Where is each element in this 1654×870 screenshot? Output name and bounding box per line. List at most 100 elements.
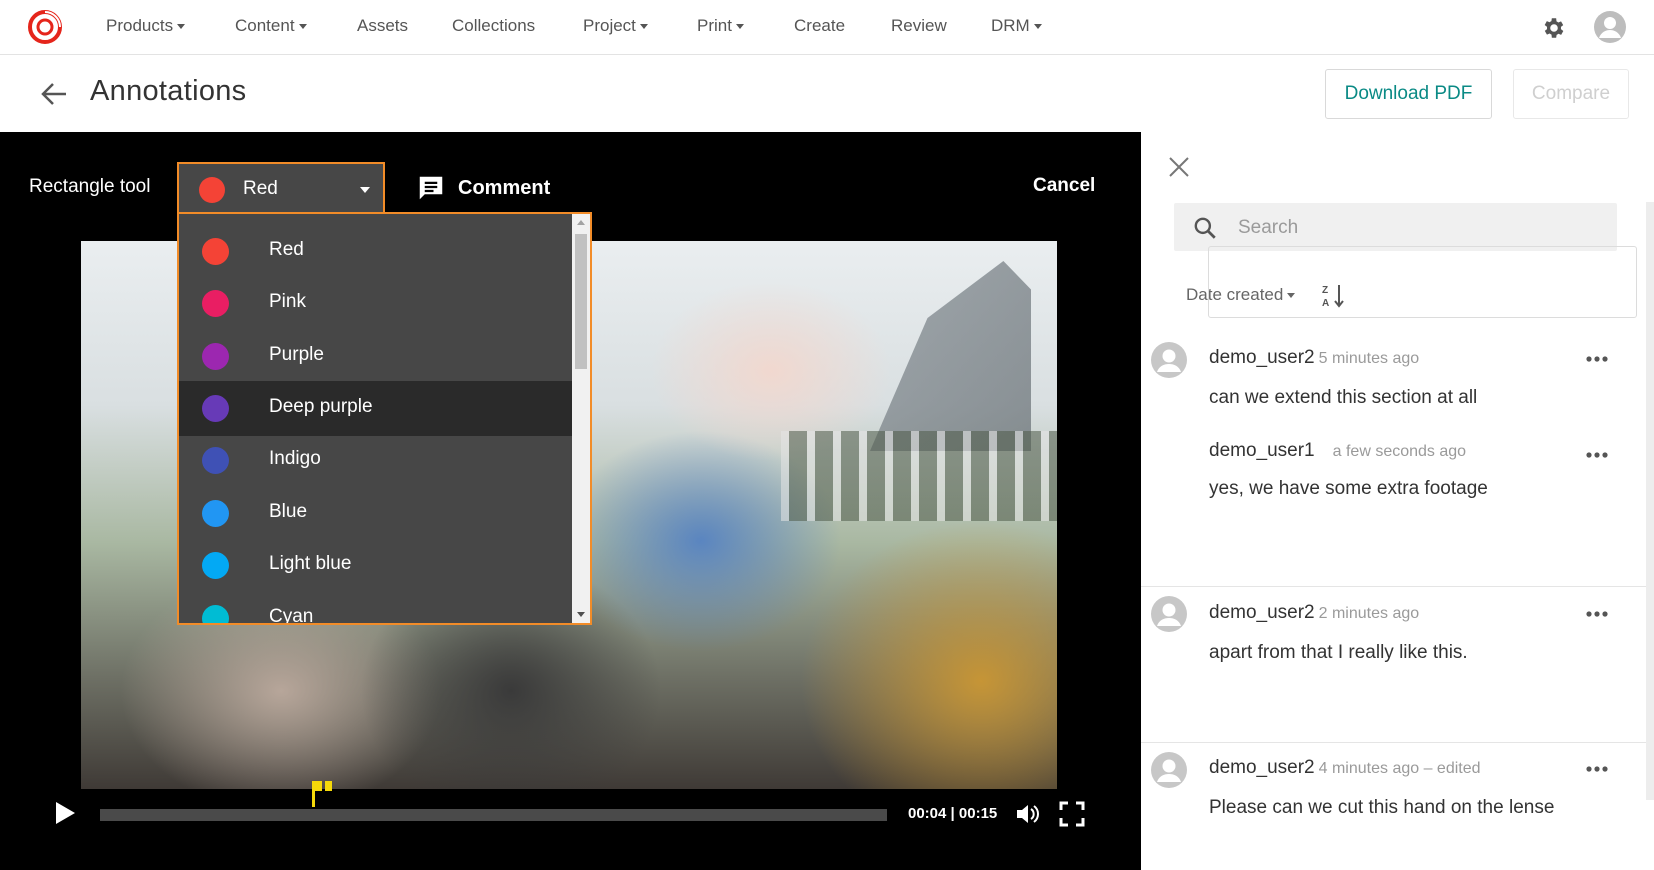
reply-author: demo_user1 a few seconds ago [1209, 440, 1466, 462]
chevron-down-icon [735, 24, 744, 30]
comment-author: demo_user2 4 minutes ago – edited [1209, 757, 1481, 779]
nav-project-label: Project [583, 16, 636, 35]
color-option-light-blue[interactable]: Light blue [179, 538, 572, 593]
comment-label: Comment [458, 176, 551, 199]
color-swatch [202, 605, 229, 623]
color-swatch [202, 395, 229, 422]
comment-text: Please can we cut this hand on the lense [1209, 797, 1555, 818]
nav-create[interactable]: Create [794, 16, 845, 36]
color-option-pink[interactable]: Pink [179, 276, 572, 331]
color-select[interactable]: Red [177, 162, 385, 214]
user-avatar-icon[interactable] [1594, 11, 1626, 43]
scroll-up-arrow-icon[interactable] [577, 220, 585, 225]
nav-drm[interactable]: DRM [991, 16, 1042, 36]
app-logo-icon[interactable] [28, 10, 62, 44]
timeline-progress-bar[interactable] [100, 809, 887, 821]
scrollbar-thumb[interactable] [575, 234, 587, 369]
color-dropdown-menu: Red Pink Purple Deep purple Indigo Blue … [177, 212, 592, 625]
color-swatch [202, 447, 229, 474]
color-option-blue[interactable]: Blue [179, 486, 572, 541]
page-header: Annotations Download PDF Compare [0, 55, 1654, 132]
more-options-icon[interactable] [1585, 765, 1609, 773]
comment-username: demo_user2 [1209, 602, 1315, 623]
color-swatch [202, 552, 229, 579]
reply-container [1208, 246, 1637, 318]
nav-create-label: Create [794, 16, 846, 35]
user-avatar-icon [1151, 752, 1187, 788]
color-option-label: Red [269, 239, 304, 260]
reply-username: demo_user1 [1209, 440, 1315, 461]
fullscreen-icon[interactable] [1059, 801, 1085, 827]
reply-text: yes, we have some extra footage [1209, 478, 1488, 499]
color-option-label: Purple [269, 344, 324, 365]
comment-username: demo_user2 [1209, 347, 1315, 368]
scroll-down-arrow-icon[interactable] [577, 612, 585, 617]
back-arrow-icon[interactable] [40, 81, 68, 107]
reply-timestamp: a few seconds ago [1332, 443, 1467, 460]
nav-print[interactable]: Print [697, 16, 744, 36]
color-option-label: Blue [269, 501, 308, 522]
gear-icon[interactable] [1541, 15, 1567, 41]
search-field[interactable]: Search [1174, 203, 1617, 251]
comment-username: demo_user2 [1209, 757, 1315, 778]
nav-project[interactable]: Project [583, 16, 648, 36]
play-icon[interactable] [54, 801, 76, 825]
nav-assets[interactable]: Assets [357, 16, 408, 36]
annotation-viewer: Rectangle tool Comment Cancel Red Red Pi… [0, 132, 1141, 870]
thread-divider [1141, 742, 1646, 743]
volume-icon[interactable] [1015, 802, 1041, 826]
nav-collections-label: Collections [452, 16, 536, 35]
user-avatar-icon [1151, 596, 1187, 632]
compare-button[interactable]: Compare [1513, 69, 1629, 119]
cancel-button[interactable]: Cancel [1033, 175, 1095, 197]
more-options-icon[interactable] [1585, 451, 1609, 459]
selected-color-swatch [199, 177, 225, 203]
user-avatar-icon [1151, 342, 1187, 378]
comment-timestamp: 5 minutes ago [1318, 350, 1420, 367]
comment-text: can we extend this section at all [1209, 387, 1478, 408]
dropdown-scrollbar[interactable] [572, 214, 590, 623]
comment-timestamp: 4 minutes ago – edited [1318, 760, 1481, 777]
color-option-label: Cyan [269, 606, 314, 625]
nav-content[interactable]: Content [235, 16, 307, 36]
color-option-cyan[interactable]: Cyan [179, 591, 572, 625]
chevron-down-icon [1033, 24, 1042, 30]
color-option-purple[interactable]: Purple [179, 329, 572, 384]
color-swatch [202, 238, 229, 265]
nav-products[interactable]: Products [106, 16, 186, 36]
annotation-marker-icon[interactable] [311, 781, 335, 807]
nav-drm-label: DRM [991, 16, 1030, 35]
download-pdf-button[interactable]: Download PDF [1325, 69, 1492, 119]
more-options-icon[interactable] [1585, 355, 1609, 363]
more-options-icon[interactable] [1585, 610, 1609, 618]
color-option-red[interactable]: Red [179, 224, 572, 279]
comment-author: demo_user2 5 minutes ago [1209, 347, 1419, 369]
chevron-down-icon [298, 24, 307, 30]
time-display: 00:04 | 00:15 [908, 805, 998, 822]
nav-review[interactable]: Review [891, 16, 947, 36]
top-navigation-bar: Products Content Assets Collections Proj… [0, 0, 1654, 55]
close-icon[interactable] [1168, 156, 1190, 178]
background-railing [781, 431, 1057, 521]
nav-assets-label: Assets [357, 16, 409, 35]
selected-color-label: Red [243, 178, 278, 199]
color-option-label: Indigo [269, 448, 321, 469]
page-title: Annotations [90, 75, 247, 107]
color-option-indigo[interactable]: Indigo [179, 433, 572, 488]
color-option-deep-purple[interactable]: Deep purple [179, 381, 572, 436]
nav-collections[interactable]: Collections [452, 16, 535, 36]
search-icon [1194, 217, 1216, 239]
color-option-label: Light blue [269, 553, 352, 574]
nav-review-label: Review [891, 16, 947, 35]
chevron-down-icon [177, 24, 186, 30]
search-placeholder: Search [1238, 217, 1299, 238]
sidebar-scrollbar[interactable] [1646, 202, 1654, 800]
nav-print-label: Print [697, 16, 732, 35]
color-swatch [202, 290, 229, 317]
chevron-down-icon [360, 187, 370, 193]
comment-button[interactable]: Comment [416, 173, 550, 203]
comment-author: demo_user2 2 minutes ago [1209, 602, 1419, 624]
tool-label: Rectangle tool [29, 176, 151, 197]
comments-sidebar: Search Date created Z A demo_user2 5 minu… [1141, 132, 1654, 870]
thread-divider [1141, 586, 1646, 587]
